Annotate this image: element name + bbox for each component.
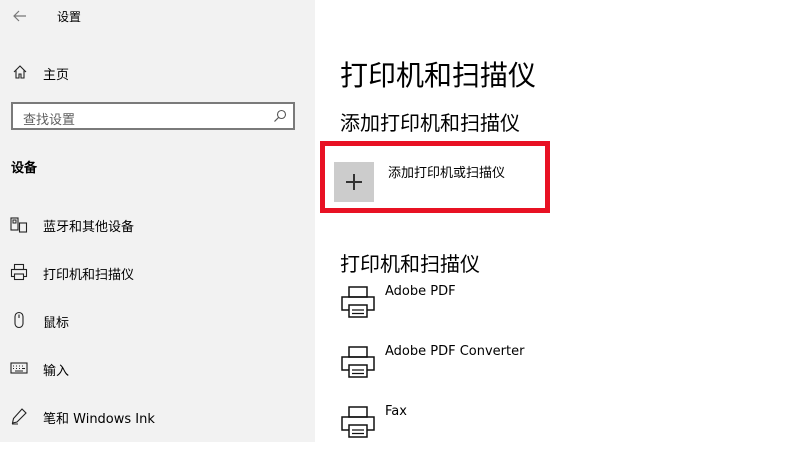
printer-name: Adobe PDF Converter xyxy=(385,344,525,359)
sidebar-item-home[interactable]: 主页 xyxy=(0,58,315,86)
page-title: 打印机和扫描仪 xyxy=(340,59,537,92)
printer-icon xyxy=(10,263,28,281)
printer-item[interactable]: Fax xyxy=(315,404,803,454)
sidebar-item-label: 输入 xyxy=(43,364,70,379)
sidebar-item-bluetooth[interactable]: 蓝牙和其他设备 xyxy=(0,208,315,240)
back-button[interactable] xyxy=(12,6,28,26)
printer-item[interactable]: Adobe PDF Converter xyxy=(315,344,803,394)
sidebar-item-label: 主页 xyxy=(43,68,70,83)
add-printer-label[interactable]: 添加打印机或扫描仪 xyxy=(388,162,505,181)
sidebar: 设置 主页 查找设置 设备 蓝牙和其他设备 打印机和扫描仪 鼠标 输入 笔和 W… xyxy=(0,0,315,442)
sidebar-item-printers[interactable]: 打印机和扫描仪 xyxy=(0,256,315,288)
printer-item[interactable]: Adobe PDF xyxy=(315,284,803,334)
sidebar-item-label: 鼠标 xyxy=(43,316,70,331)
printer-list-title: 打印机和扫描仪 xyxy=(340,252,480,276)
printer-icon xyxy=(341,286,375,318)
add-printer-button[interactable] xyxy=(334,162,374,202)
printer-icon xyxy=(341,346,375,378)
sidebar-item-label: 打印机和扫描仪 xyxy=(43,268,135,283)
sidebar-item-label: 笔和 Windows Ink xyxy=(43,412,155,427)
sidebar-item-pen[interactable]: 笔和 Windows Ink xyxy=(0,400,315,432)
search-placeholder: 查找设置 xyxy=(23,113,76,128)
section-heading: 设备 xyxy=(11,161,38,176)
search-icon xyxy=(274,109,287,122)
app-title: 设置 xyxy=(57,10,82,24)
title-bar: 设置 xyxy=(0,0,315,32)
keyboard-icon xyxy=(10,362,28,374)
sidebar-item-label: 蓝牙和其他设备 xyxy=(43,220,135,235)
sidebar-item-input[interactable]: 输入 xyxy=(0,352,315,384)
back-arrow-icon xyxy=(13,10,26,22)
sidebar-item-mouse[interactable]: 鼠标 xyxy=(0,304,315,336)
home-icon xyxy=(13,65,27,79)
printer-name: Fax xyxy=(385,404,407,419)
printer-icon xyxy=(341,406,375,438)
bluetooth-devices-icon xyxy=(10,217,28,233)
main-content: 打印机和扫描仪 添加打印机和扫描仪 添加打印机或扫描仪 打印机和扫描仪 Adob… xyxy=(315,0,803,442)
add-section-title: 添加打印机和扫描仪 xyxy=(340,111,520,135)
search-input[interactable]: 查找设置 xyxy=(11,102,295,130)
mouse-icon xyxy=(14,311,24,329)
pen-icon xyxy=(11,408,27,425)
printer-name: Adobe PDF xyxy=(385,284,456,299)
